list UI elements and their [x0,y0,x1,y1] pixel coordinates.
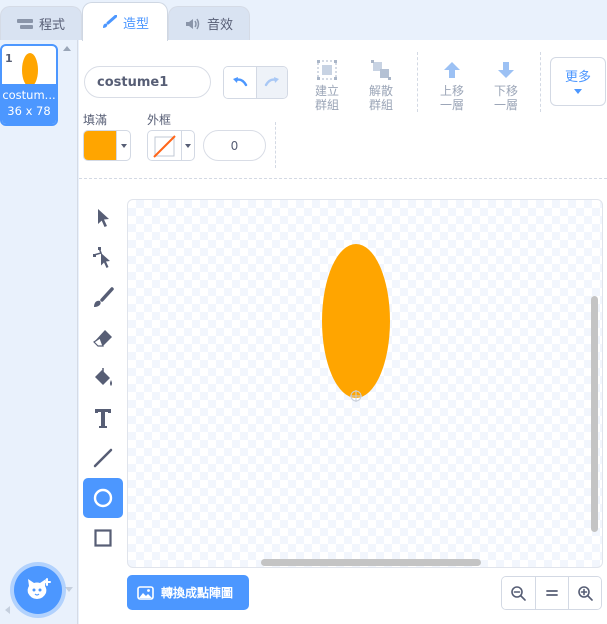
brush-icon [102,15,117,28]
arrow-down-icon [498,62,514,78]
redo-icon [264,76,279,86]
horizontal-scrollbar[interactable] [261,559,481,566]
brush-tool[interactable] [83,278,123,318]
toolbar-divider [540,52,541,112]
costume-number: 1 [5,52,13,65]
tool-palette [83,198,123,558]
ungroup-icon [371,60,391,80]
tab-sounds[interactable]: 音效 [168,6,250,40]
convert-to-bitmap-button[interactable]: 轉換成點陣圖 [127,575,249,610]
zoom-out-icon [511,586,527,601]
costume-info: costum... 36 x 78 [2,84,56,124]
forward-label: 上移 一層 [439,84,464,112]
scroll-down-icon[interactable] [65,587,73,592]
costume-item[interactable]: 1 costum... 36 x 78 [0,44,58,126]
arrow-up-icon [444,62,460,78]
paint-canvas[interactable] [127,199,603,568]
ellipse-shape[interactable] [322,244,390,398]
ungroup-button[interactable]: 解散 群組 [359,56,403,112]
costume-thumbnail [22,53,38,87]
tab-code[interactable]: 程式 [0,6,82,40]
tab-costumes-label: 造型 [122,16,149,32]
tab-code-label: 程式 [38,18,65,33]
more-button[interactable]: 更多 [550,57,606,106]
fill-swatch [84,131,117,160]
undo-icon [232,76,248,86]
fill-color-picker[interactable] [83,130,131,161]
chevron-down-icon [181,131,194,160]
toolbar-separator [79,178,607,179]
rotation-center-icon [350,390,362,402]
arrow-cursor-icon [98,209,109,227]
group-button[interactable]: 建立 群組 [305,56,349,112]
speaker-icon [185,18,200,29]
fill-label: 填滿 [83,113,108,127]
zoom-in-button[interactable] [567,577,601,609]
toolbar-divider [417,52,418,112]
group-label: 建立 群組 [314,84,339,112]
paintbrush-icon [94,287,114,307]
undo-redo-group [223,66,288,99]
tab-bar: 程式 造型 音效 [0,0,607,41]
group-icon [317,60,337,80]
line-icon [93,448,113,468]
costume-list: 1 costum... 36 x 78 [0,40,78,624]
zoom-in-icon [578,586,593,601]
forward-button[interactable]: 上移 一層 [430,56,474,112]
chevron-down-icon [116,131,130,160]
line-tool[interactable] [83,438,123,478]
eraser-tool[interactable] [83,318,123,358]
chevron-down-icon [574,89,582,94]
fill-tool[interactable] [83,358,123,398]
redo-button[interactable] [255,67,287,98]
paint-editor: 建立群組 解散群組 上移一層 下移一層 更多 填滿 外框 [79,40,607,624]
code-icon [16,18,33,29]
costume-name-input[interactable] [84,66,211,98]
equals-icon [546,590,558,596]
circle-icon [93,488,113,508]
costume-name: costum... [2,88,56,102]
scroll-left-icon[interactable] [5,606,10,614]
square-icon [94,529,112,547]
add-costume-button[interactable] [14,566,62,614]
convert-label: 轉換成點陣圖 [161,586,234,600]
paint-bucket-icon [95,368,112,386]
backward-label: 下移 一層 [493,84,518,112]
zoom-out-button[interactable] [502,577,535,609]
image-icon [137,585,154,600]
tab-costumes[interactable]: 造型 [82,2,168,41]
zoom-controls [501,576,602,610]
outline-swatch [148,131,181,160]
toolbar-divider [275,122,276,168]
text-icon [95,409,111,428]
eraser-icon [93,330,112,347]
cat-add-icon [27,578,51,599]
reshape-tool[interactable] [83,238,123,278]
tab-sounds-label: 音效 [206,18,233,33]
backward-button[interactable]: 下移 一層 [484,56,528,112]
scroll-up-icon[interactable] [63,46,71,51]
select-tool[interactable] [83,198,123,238]
outline-color-picker[interactable] [147,130,195,161]
ungroup-label: 解散 群組 [368,84,393,112]
zoom-reset-button[interactable] [534,577,568,609]
vertical-scrollbar[interactable] [591,296,598,532]
undo-button[interactable] [224,67,256,98]
costume-size: 36 x 78 [7,104,51,118]
outline-label: 外框 [147,113,172,127]
rectangle-tool[interactable] [83,518,123,558]
more-label: 更多 [564,70,591,85]
text-tool[interactable] [83,398,123,438]
ellipse-tool[interactable] [83,478,123,518]
no-color-icon [153,135,176,158]
stroke-width-input[interactable] [203,130,266,161]
reshape-icon [93,247,110,268]
